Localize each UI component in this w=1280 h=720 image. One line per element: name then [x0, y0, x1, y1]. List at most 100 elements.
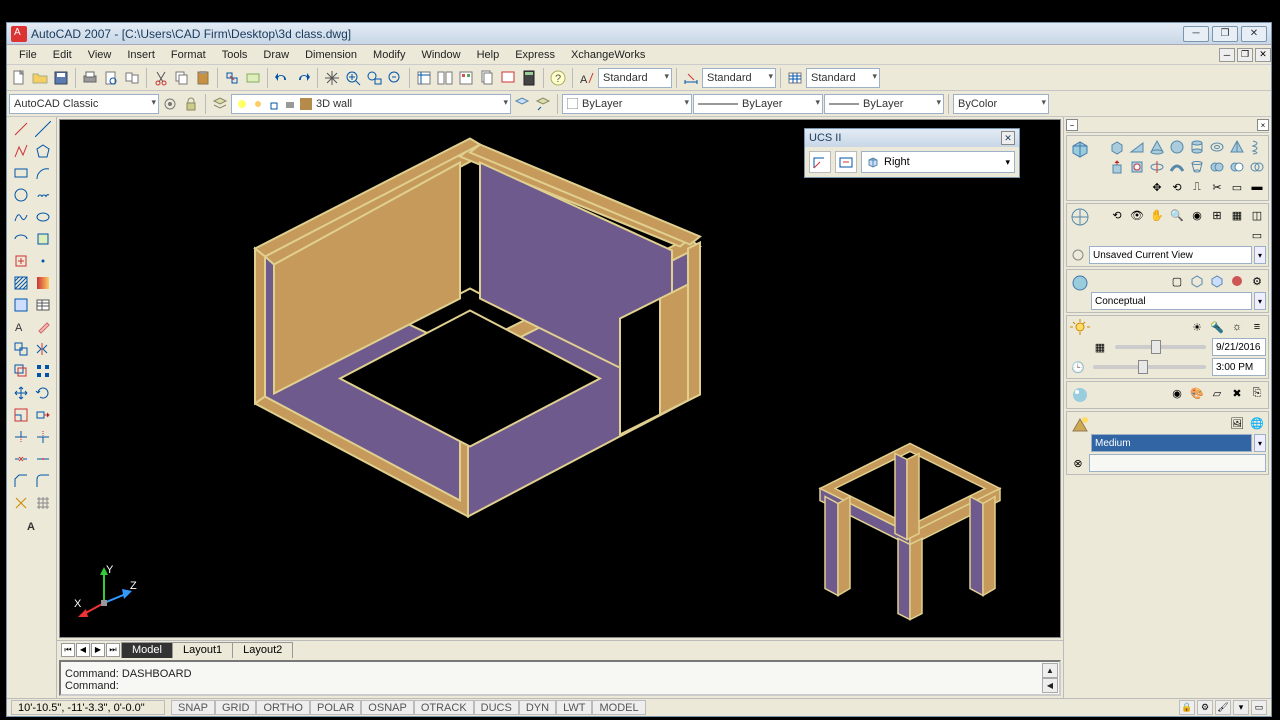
pline-icon[interactable]: [11, 141, 31, 161]
zoom-view-icon[interactable]: 🔍: [1168, 206, 1186, 224]
copy-icon[interactable]: [172, 68, 192, 88]
chamfer-icon[interactable]: [11, 471, 31, 491]
light-list-icon[interactable]: ≡: [1248, 318, 1266, 336]
erase-icon[interactable]: [33, 317, 53, 337]
hatch-icon[interactable]: [11, 273, 31, 293]
color-dropdown[interactable]: ByLayer: [562, 94, 692, 114]
3d-rotate-icon[interactable]: ⟲: [1168, 178, 1186, 196]
extend-icon[interactable]: [33, 427, 53, 447]
text-a-icon[interactable]: A: [22, 515, 42, 535]
preview-icon[interactable]: [101, 68, 121, 88]
3d-align-icon[interactable]: ⎍: [1188, 178, 1206, 196]
tablestyle-icon[interactable]: [785, 68, 805, 88]
join-icon[interactable]: [33, 449, 53, 469]
polygon-icon[interactable]: [33, 141, 53, 161]
region-icon[interactable]: [11, 295, 31, 315]
mat-attach-icon[interactable]: 🎨: [1188, 384, 1206, 402]
mdi-close[interactable]: ✕: [1255, 48, 1271, 62]
revcloud-icon[interactable]: [33, 185, 53, 205]
lineweight-dropdown[interactable]: ByLayer: [824, 94, 944, 114]
render-icon[interactable]: 🖼: [1228, 414, 1246, 432]
cmd-scroll-left-icon[interactable]: ◀: [1042, 678, 1058, 693]
ucs-world-icon[interactable]: [809, 151, 831, 173]
cone-icon[interactable]: [1148, 138, 1166, 156]
command-line[interactable]: Command: DASHBOARD Command: ▲ ◀: [59, 660, 1061, 696]
rect-icon[interactable]: [11, 163, 31, 183]
redo-icon[interactable]: [293, 68, 313, 88]
sb-down-icon[interactable]: ▾: [1233, 700, 1249, 715]
vs-2d-icon[interactable]: ▢: [1168, 272, 1186, 290]
layer-prev-icon[interactable]: [533, 94, 553, 114]
linetype-dropdown[interactable]: ByLayer: [693, 94, 823, 114]
render-output[interactable]: [1089, 454, 1266, 472]
ellipse-arc-icon[interactable]: [11, 229, 31, 249]
menu-view[interactable]: View: [80, 47, 120, 63]
new-icon[interactable]: [9, 68, 29, 88]
vs-3dh-icon[interactable]: [1208, 272, 1226, 290]
tab-layout2[interactable]: Layout2: [232, 642, 293, 658]
sphere-icon[interactable]: [1168, 138, 1186, 156]
view-cube-icon[interactable]: ◫: [1248, 206, 1266, 224]
vs-real-icon[interactable]: [1228, 272, 1246, 290]
sb-comm-icon[interactable]: 🔒: [1179, 700, 1195, 715]
xline-icon[interactable]: [33, 119, 53, 139]
view-top-icon[interactable]: ⊞: [1208, 206, 1226, 224]
menu-dimension[interactable]: Dimension: [297, 47, 365, 63]
line-icon[interactable]: [11, 119, 31, 139]
dash-view-icon[interactable]: [1069, 206, 1091, 228]
restore-button[interactable]: ❐: [1212, 26, 1238, 42]
mat-remove-icon[interactable]: ✖: [1228, 384, 1246, 402]
workspace-settings-icon[interactable]: [160, 94, 180, 114]
layer-manager-icon[interactable]: [210, 94, 230, 114]
close-button[interactable]: ✕: [1241, 26, 1267, 42]
cylinder-icon[interactable]: [1188, 138, 1206, 156]
toggle-otrack[interactable]: OTRACK: [414, 700, 474, 715]
mat-browser-icon[interactable]: ◉: [1168, 384, 1186, 402]
dash-collapse-icon[interactable]: −: [1066, 119, 1078, 131]
spot-light-icon[interactable]: 🔦: [1208, 318, 1226, 336]
view-flat-icon[interactable]: ▭: [1248, 226, 1266, 244]
pan-view-icon[interactable]: ✋: [1148, 206, 1166, 224]
dash-mat-icon[interactable]: [1069, 384, 1091, 406]
vs-dd-icon[interactable]: ▾: [1254, 292, 1266, 310]
point-icon[interactable]: [33, 251, 53, 271]
toggle-ortho[interactable]: ORTHO: [256, 700, 310, 715]
mat-copy-icon[interactable]: ⎘: [1248, 384, 1266, 402]
workspace-lock-icon[interactable]: [181, 94, 201, 114]
help-icon[interactable]: ?: [548, 68, 568, 88]
dash-3dmake-icon[interactable]: [1069, 138, 1091, 160]
thicken-icon[interactable]: ▬: [1248, 178, 1266, 196]
menu-tools[interactable]: Tools: [214, 47, 256, 63]
menu-edit[interactable]: Edit: [45, 47, 80, 63]
properties-icon[interactable]: [414, 68, 434, 88]
array-icon[interactable]: [33, 361, 53, 381]
sb-tray-icon[interactable]: ⚙: [1197, 700, 1213, 715]
layer-states-icon[interactable]: [512, 94, 532, 114]
textstyle-dropdown[interactable]: Standard: [598, 68, 672, 88]
rotate-icon[interactable]: [33, 383, 53, 403]
menu-modify[interactable]: Modify: [365, 47, 413, 63]
offset-icon[interactable]: [11, 361, 31, 381]
mat-planar-icon[interactable]: ▱: [1208, 384, 1226, 402]
wedge-icon[interactable]: [1128, 138, 1146, 156]
toggle-osnap[interactable]: OSNAP: [361, 700, 414, 715]
ucs-palette[interactable]: UCS II✕ Right: [804, 128, 1020, 178]
union-icon[interactable]: [1208, 158, 1226, 176]
3d-move-icon[interactable]: ✥: [1148, 178, 1166, 196]
toggle-lwt[interactable]: LWT: [556, 700, 592, 715]
menu-file[interactable]: File: [11, 47, 45, 63]
sheetset-icon[interactable]: [477, 68, 497, 88]
tab-next-icon[interactable]: ▶: [91, 643, 105, 657]
circle-icon[interactable]: [11, 185, 31, 205]
tab-first-icon[interactable]: ⏮: [61, 643, 75, 657]
menu-help[interactable]: Help: [469, 47, 508, 63]
undo-icon[interactable]: [272, 68, 292, 88]
grid-tool-icon[interactable]: [33, 493, 53, 513]
table-icon[interactable]: [33, 295, 53, 315]
cmd-scroll-up-icon[interactable]: ▲: [1042, 663, 1058, 678]
open-icon[interactable]: [30, 68, 50, 88]
vs-3dw-icon[interactable]: [1188, 272, 1206, 290]
scale-icon[interactable]: [11, 405, 31, 425]
pyramid-icon[interactable]: [1228, 138, 1246, 156]
menu-xchangeworks[interactable]: XchangeWorks: [563, 47, 653, 63]
